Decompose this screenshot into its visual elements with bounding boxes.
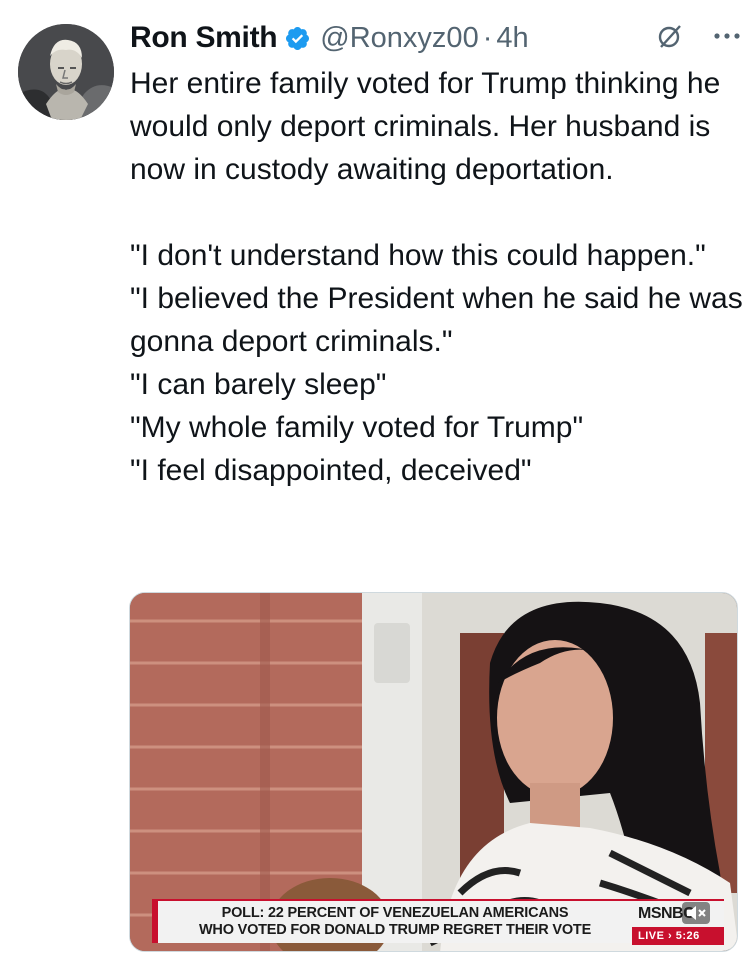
tweet-quote: "I believed the President when he said h…: [130, 282, 743, 358]
tweet-quote: "I can barely sleep": [130, 368, 387, 401]
tweet-paragraph: Her entire family voted for Trump thinki…: [130, 67, 721, 186]
more-icon[interactable]: [710, 26, 744, 46]
tweet-text: Her entire family voted for Trump thinki…: [130, 62, 745, 492]
avatar[interactable]: [18, 24, 114, 120]
author-handle[interactable]: @Ronxyz00: [320, 22, 478, 55]
author-name[interactable]: Ron Smith: [130, 21, 278, 55]
separator-dot: ·: [482, 21, 493, 54]
tweet-quote: "I feel disappointed, deceived": [130, 454, 532, 487]
live-badge: LIVE › 5:26: [632, 927, 724, 945]
network-bug: MSNBC LIVE › 5:26: [632, 899, 724, 945]
tweet-video[interactable]: POLL: 22 PERCENT OF VENEZUELAN AMERICANS…: [129, 592, 738, 952]
tweet-quote: "My whole family voted for Trump": [130, 411, 584, 444]
verified-badge-icon: [284, 25, 311, 52]
chyron-line-2: WHO VOTED FOR DONALD TRUMP REGRET THEIR …: [198, 922, 592, 938]
mute-icon[interactable]: [682, 902, 710, 924]
tweet-quote: "I don't understand how this could happe…: [130, 239, 706, 272]
tweet-header: Ron Smith @Ronxyz00 · 4h: [130, 14, 740, 62]
grok-icon[interactable]: [656, 22, 684, 50]
news-chyron: POLL: 22 PERCENT OF VENEZUELAN AMERICANS…: [152, 899, 632, 943]
timestamp[interactable]: 4h: [496, 22, 528, 55]
chyron-line-1: POLL: 22 PERCENT OF VENEZUELAN AMERICANS: [221, 905, 569, 921]
avatar-portrait: [18, 24, 114, 120]
